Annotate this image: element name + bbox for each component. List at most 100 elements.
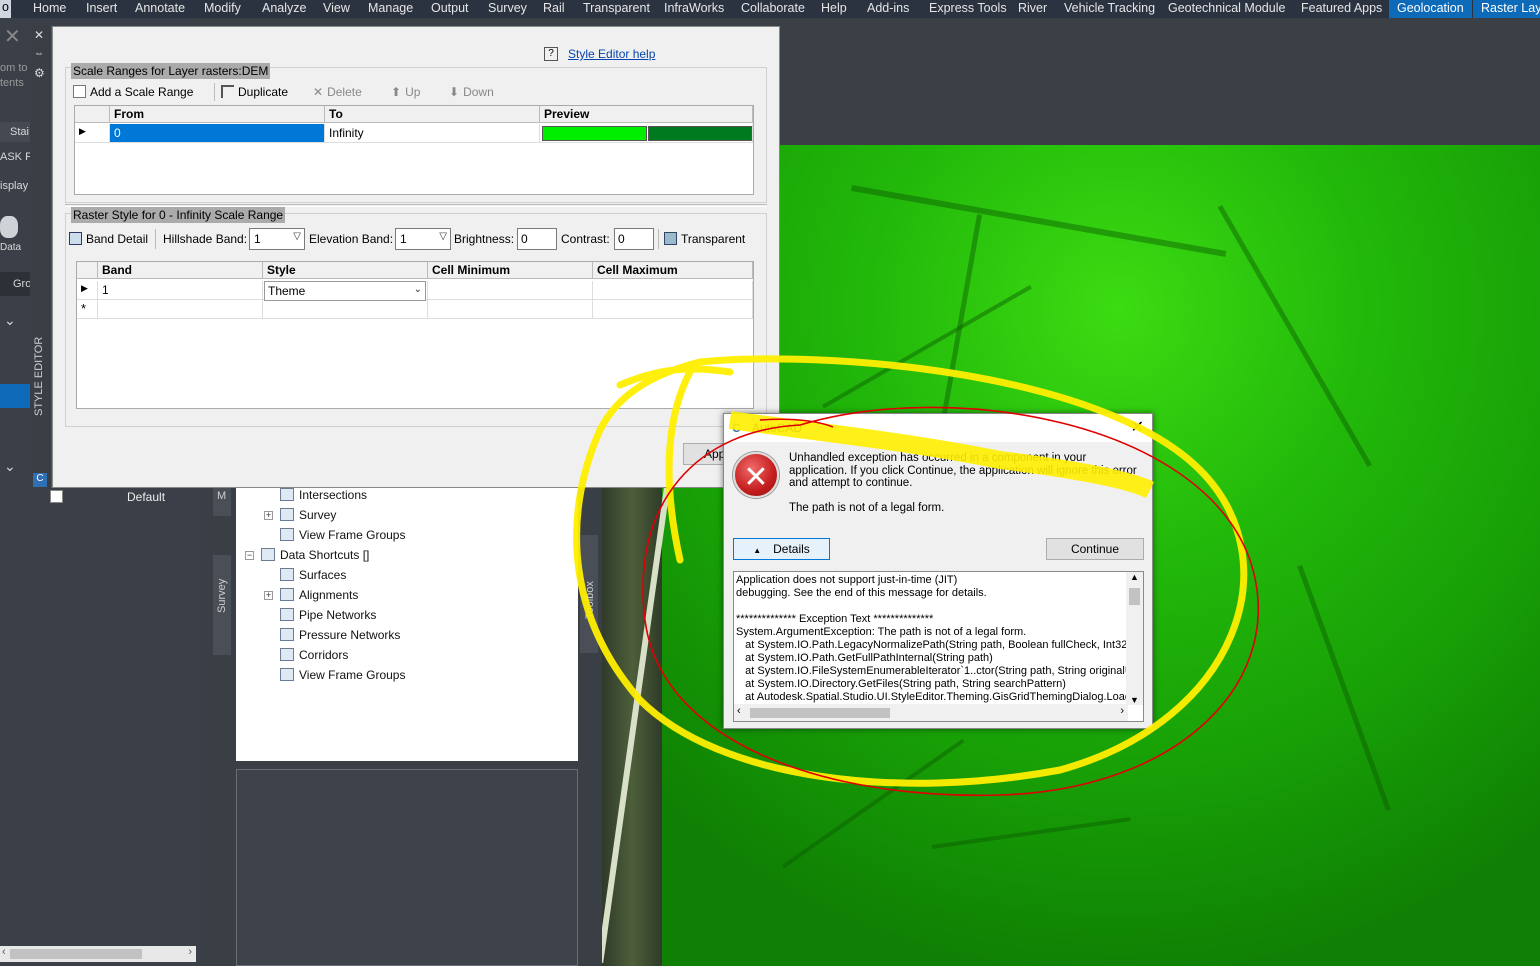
menu-geolocation[interactable]: Geolocation [1389, 0, 1472, 18]
menu-home[interactable]: Home [33, 1, 66, 15]
contrast-input[interactable]: 0 [614, 228, 654, 250]
to-cell[interactable]: Infinity [325, 124, 540, 143]
tree-item[interactable]: Data Shortcuts [] [261, 548, 369, 562]
help-icon[interactable]: ? [544, 47, 558, 61]
expand-icon[interactable]: + [264, 591, 273, 600]
group-tab[interactable]: Gro [13, 278, 31, 290]
up-button[interactable]: ⬆ Up [391, 85, 420, 99]
tree-item[interactable]: View Frame Groups [280, 528, 405, 542]
tree-item[interactable]: View Frame Groups [280, 668, 405, 682]
menu-manage[interactable]: Manage [368, 1, 413, 15]
band-detail-button[interactable]: Band Detail [69, 232, 148, 246]
zoom-icon[interactable]: ✕ [4, 24, 21, 49]
tree-item[interactable]: Pipe Networks [280, 608, 376, 622]
preview-cell[interactable] [540, 124, 753, 143]
settings-icon[interactable]: ⚙ [34, 66, 45, 80]
add-range-icon [73, 85, 86, 98]
toolbox-side-tab[interactable]: Toolbox [580, 535, 598, 653]
autocad-c-icon: C [33, 473, 47, 487]
transparent-icon [664, 232, 677, 245]
new-row-cell[interactable] [263, 300, 428, 319]
menu-express-tools[interactable]: Express Tools [929, 1, 1007, 15]
tree-item[interactable]: Intersections [280, 488, 367, 502]
from-cell[interactable]: 0 [110, 124, 325, 143]
menu-infraworks[interactable]: InfraWorks [664, 1, 724, 15]
transparent-button[interactable]: Transparent [664, 232, 745, 246]
details-button[interactable]: ▲ Details [733, 538, 830, 560]
m-tab[interactable]: M [217, 490, 226, 502]
cell-minimum-cell[interactable] [428, 281, 593, 300]
pressure-networks-icon [280, 628, 294, 641]
menu-output[interactable]: Output [431, 1, 469, 15]
style-cell[interactable]: Theme ⌄ [263, 281, 428, 301]
menu-featured-apps[interactable]: Featured Apps [1301, 1, 1382, 15]
start-tab[interactable]: Stai [10, 126, 29, 138]
tree-item[interactable]: Corridors [280, 648, 348, 662]
tree-item[interactable]: Survey [280, 508, 336, 522]
close-icon[interactable]: ✕ [1131, 417, 1144, 437]
menu-modify[interactable]: Modify [204, 1, 241, 15]
auto-hide-icon[interactable]: ⇔ [34, 48, 44, 59]
horizontal-scrollbar[interactable]: ‹ › [0, 946, 196, 962]
band-cell[interactable]: 1 [98, 281, 263, 300]
scale-ranges-group-title: Scale Ranges for Layer rasters:DEM [71, 63, 271, 79]
brightness-input[interactable]: 0 [517, 228, 557, 250]
view-frame-icon [280, 668, 294, 681]
delete-button[interactable]: ✕ Delete [313, 85, 362, 99]
menu-river[interactable]: River [1018, 1, 1047, 15]
tree-item[interactable]: Alignments [280, 588, 358, 602]
new-row-cell[interactable] [98, 300, 263, 319]
survey-side-tab[interactable]: Survey [213, 555, 231, 655]
menu-rail[interactable]: Rail [543, 1, 565, 15]
style-editor-help-link[interactable]: Style Editor help [568, 47, 655, 61]
menu-geotechnical[interactable]: Geotechnical Module [1168, 1, 1285, 15]
chevron-down-icon[interactable]: ⌄ [4, 458, 16, 475]
details-textbox[interactable]: Application does not support just-in-tim… [733, 571, 1144, 722]
row-selector-icon[interactable]: ▶ [75, 124, 110, 143]
row-selector-icon[interactable]: ▶ [77, 281, 98, 300]
prospector-tree [236, 485, 578, 761]
cell-maximum-cell[interactable] [593, 281, 753, 300]
menu-view[interactable]: View [323, 1, 350, 15]
tree-item[interactable]: Surfaces [280, 568, 346, 582]
style-editor-window: ? Style Editor help Scale Ranges for Lay… [52, 26, 780, 488]
arrow-up-icon: ⬆ [391, 85, 402, 99]
chevron-down-icon[interactable] [0, 384, 30, 408]
down-button[interactable]: ⬇ Down [449, 85, 494, 99]
close-icon[interactable]: ✕ [34, 28, 44, 42]
hillshade-band-select[interactable]: 1 ▽ [249, 228, 305, 250]
duplicate-button[interactable]: Duplicate [221, 85, 288, 99]
edit-icon [69, 232, 82, 245]
menu-survey[interactable]: Survey [488, 1, 527, 15]
continue-button[interactable]: Continue [1046, 538, 1144, 560]
menu-addins[interactable]: Add-ins [867, 1, 909, 15]
row-header [75, 106, 110, 123]
style-select[interactable]: Theme ⌄ [264, 281, 426, 301]
new-row-cell[interactable] [593, 300, 753, 319]
menu-transparent[interactable]: Transparent [583, 1, 650, 15]
new-row-cell[interactable] [428, 300, 593, 319]
menu-raster-layer[interactable]: Raster Laye [1473, 0, 1540, 18]
menu-insert[interactable]: Insert [86, 1, 117, 15]
menu-help[interactable]: Help [821, 1, 847, 15]
menu-vehicle-tracking[interactable]: Vehicle Tracking [1064, 1, 1155, 15]
style-editor-tab-label: STYLE EDITOR [33, 336, 45, 416]
column-header-preview: Preview [540, 106, 753, 123]
collapse-arrow-icon: ▲ [753, 546, 762, 555]
menu-item-partial[interactable]: o [0, 0, 11, 18]
menu-analyze[interactable]: Analyze [262, 1, 306, 15]
chevron-down-icon[interactable]: ⌄ [4, 312, 16, 329]
vertical-scrollbar[interactable]: ▲ ▼ [1126, 572, 1143, 705]
horizontal-scrollbar[interactable]: ‹ › [734, 704, 1128, 721]
new-row-marker[interactable]: * [77, 300, 98, 319]
collapse-icon[interactable]: − [245, 551, 254, 560]
tree-item[interactable]: Pressure Networks [280, 628, 400, 642]
add-scale-range-button[interactable]: Add a Scale Range [73, 85, 193, 99]
expand-icon[interactable]: + [264, 511, 273, 520]
dialog-title-bar: C AutoCAD ✕ [724, 414, 1152, 442]
menu-collaborate[interactable]: Collaborate [741, 1, 805, 15]
elevation-band-select[interactable]: 1 ▽ [395, 228, 451, 250]
menu-annotate[interactable]: Annotate [135, 1, 185, 15]
pipe-networks-icon [280, 608, 294, 621]
default-checkbox[interactable] [50, 490, 63, 503]
